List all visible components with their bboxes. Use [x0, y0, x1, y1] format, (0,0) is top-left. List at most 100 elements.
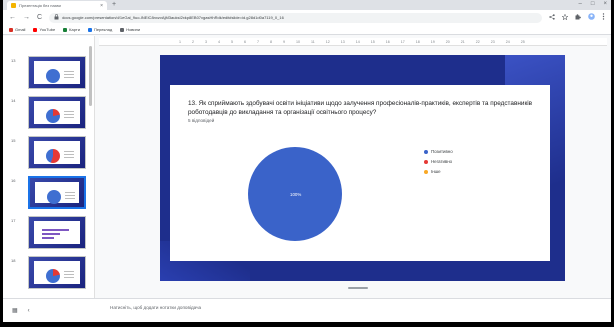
share-icon[interactable] [549, 13, 555, 22]
ruler-tick: 23 [490, 39, 495, 44]
ruler-tick: 22 [475, 39, 480, 44]
bookmark-label: Карти [69, 27, 80, 32]
legend-swatch [424, 149, 428, 154]
bookmark-gmail[interactable]: Gmail [9, 27, 25, 32]
slides-favicon-icon [11, 3, 16, 8]
address-bar[interactable]: docs.google.com/presentation/d/1eGal_9uo… [49, 12, 542, 23]
slide-thumbnail[interactable] [28, 256, 86, 289]
grid-view-icon[interactable]: ▦ [12, 307, 18, 314]
bar-chart-icon [42, 229, 72, 241]
bookmark-label: Переклад [93, 27, 113, 32]
ruler-tick: 2 [192, 39, 194, 44]
slide-thumbnail[interactable] [28, 136, 86, 169]
youtube-icon [33, 27, 38, 32]
pie-chart-icon [46, 69, 60, 83]
legend-label: Позитивно [431, 149, 453, 154]
legend-item: Інше [424, 169, 453, 174]
thumb-content [34, 221, 80, 244]
extensions-icon[interactable] [575, 13, 581, 22]
bookmarks-bar: Gmail YouTube Карти Переклад Новини [3, 25, 611, 35]
bookmark-news[interactable]: Новини [120, 27, 140, 32]
ruler-tick: 4 [218, 39, 220, 44]
bookmark-label: Новини [126, 27, 141, 32]
ruler-tick: 24 [505, 39, 510, 44]
ruler-tick: 7 [257, 39, 259, 44]
horizontal-ruler: 1 2 3 4 5 6 7 8 9 10 11 12 13 14 15 16 1… [99, 38, 607, 46]
new-tab-button[interactable]: + [112, 1, 116, 8]
back-button[interactable]: ← [9, 14, 16, 21]
legend-item: Негативно [424, 159, 453, 164]
ruler-tick: 19 [430, 39, 435, 44]
browser-tab[interactable]: Презентація без назви × [7, 1, 107, 10]
collapse-icon[interactable]: ‹ [28, 308, 30, 314]
slide-thumbnail[interactable] [28, 56, 86, 89]
thumb-legend [64, 71, 74, 72]
star-icon[interactable] [561, 13, 569, 22]
ruler-tick: 11 [311, 39, 315, 44]
ruler-tick: 9 [283, 39, 285, 44]
slide-number: 18 [11, 258, 16, 263]
ruler-tick: 12 [325, 39, 330, 44]
minimize-button[interactable]: – [579, 1, 582, 7]
legend-label: Негативно [431, 159, 453, 164]
tab-close-icon[interactable]: × [100, 3, 103, 9]
browser-toolbar: ← → C docs.google.com/presentation/d/1eG… [3, 10, 611, 25]
maps-icon [63, 27, 68, 32]
bookmark-youtube[interactable]: YouTube [33, 27, 55, 32]
thumb-content [34, 101, 80, 124]
ruler-tick: 6 [244, 39, 246, 44]
slide-thumbnail[interactable] [28, 216, 86, 249]
legend-item: Позитивно [424, 149, 453, 154]
pie-chart-icon [47, 190, 61, 204]
ruler-tick: 21 [460, 39, 465, 44]
slide-number: 16 [11, 178, 16, 183]
slide-thumbnail[interactable] [28, 96, 86, 129]
bookmark-label: Gmail [15, 27, 26, 32]
reload-button[interactable]: C [37, 14, 42, 21]
tab-title: Презентація без назви [19, 3, 61, 8]
ruler-tick: 13 [340, 39, 345, 44]
window-controls: – □ × [579, 1, 607, 7]
speaker-notes-panel[interactable]: Натисніть, щоб додати нотатки доповідача [96, 298, 611, 322]
thumb-content [34, 61, 80, 84]
slide-number: 14 [11, 98, 16, 103]
forward-button[interactable]: → [23, 14, 30, 21]
thumb-legend [64, 151, 74, 152]
thumb-legend [64, 111, 74, 112]
thumb-legend [64, 271, 74, 272]
ruler-tick: 1 [179, 39, 181, 44]
profile-icon[interactable] [588, 13, 595, 22]
ruler-tick: 5 [231, 39, 233, 44]
legend-label: Інше [431, 169, 441, 174]
thumb-content [35, 182, 79, 204]
bookmark-maps[interactable]: Карти [63, 27, 80, 32]
menu-icon[interactable] [602, 13, 605, 22]
slide-number: 15 [11, 138, 16, 143]
thumb-legend [65, 192, 75, 193]
pie-data-label: 100% [290, 192, 302, 197]
legend-swatch [424, 159, 428, 164]
bookmark-translate[interactable]: Переклад [87, 27, 113, 32]
question-title[interactable]: 13. Як сприймають здобувачі освіти ініці… [188, 99, 538, 117]
close-window-button[interactable]: × [603, 1, 607, 7]
slide-content-area: 13. Як сприймають здобувачі освіти ініці… [170, 85, 550, 261]
slide-number: 13 [11, 58, 16, 63]
slide-number: 17 [11, 218, 16, 223]
pie-chart-icon [46, 149, 60, 163]
slide-filmstrip: 13 14 15 16 17 18 [3, 36, 95, 298]
current-slide[interactable]: 13. Як сприймають здобувачі освіти ініці… [160, 55, 565, 281]
maximize-button[interactable]: □ [591, 1, 595, 7]
speaker-notes-placeholder[interactable]: Натисніть, щоб додати нотатки доповідача [110, 305, 201, 310]
ruler-tick: 20 [445, 39, 450, 44]
pie-chart-icon [46, 109, 60, 123]
notes-resize-handle[interactable] [348, 287, 368, 289]
slide-editor-canvas[interactable]: 13. Як сприймають здобувачі освіти ініці… [96, 47, 607, 297]
chart-legend: Позитивно Негативно Інше [424, 149, 453, 179]
ruler-tick: 14 [355, 39, 360, 44]
ruler-tick: 8 [270, 39, 272, 44]
gmail-icon [9, 27, 13, 32]
bookmark-label: YouTube [39, 27, 56, 32]
filmstrip-scrollbar[interactable] [89, 46, 92, 106]
ruler-tick: 17 [400, 39, 405, 44]
slide-thumbnail-selected[interactable] [28, 176, 86, 209]
